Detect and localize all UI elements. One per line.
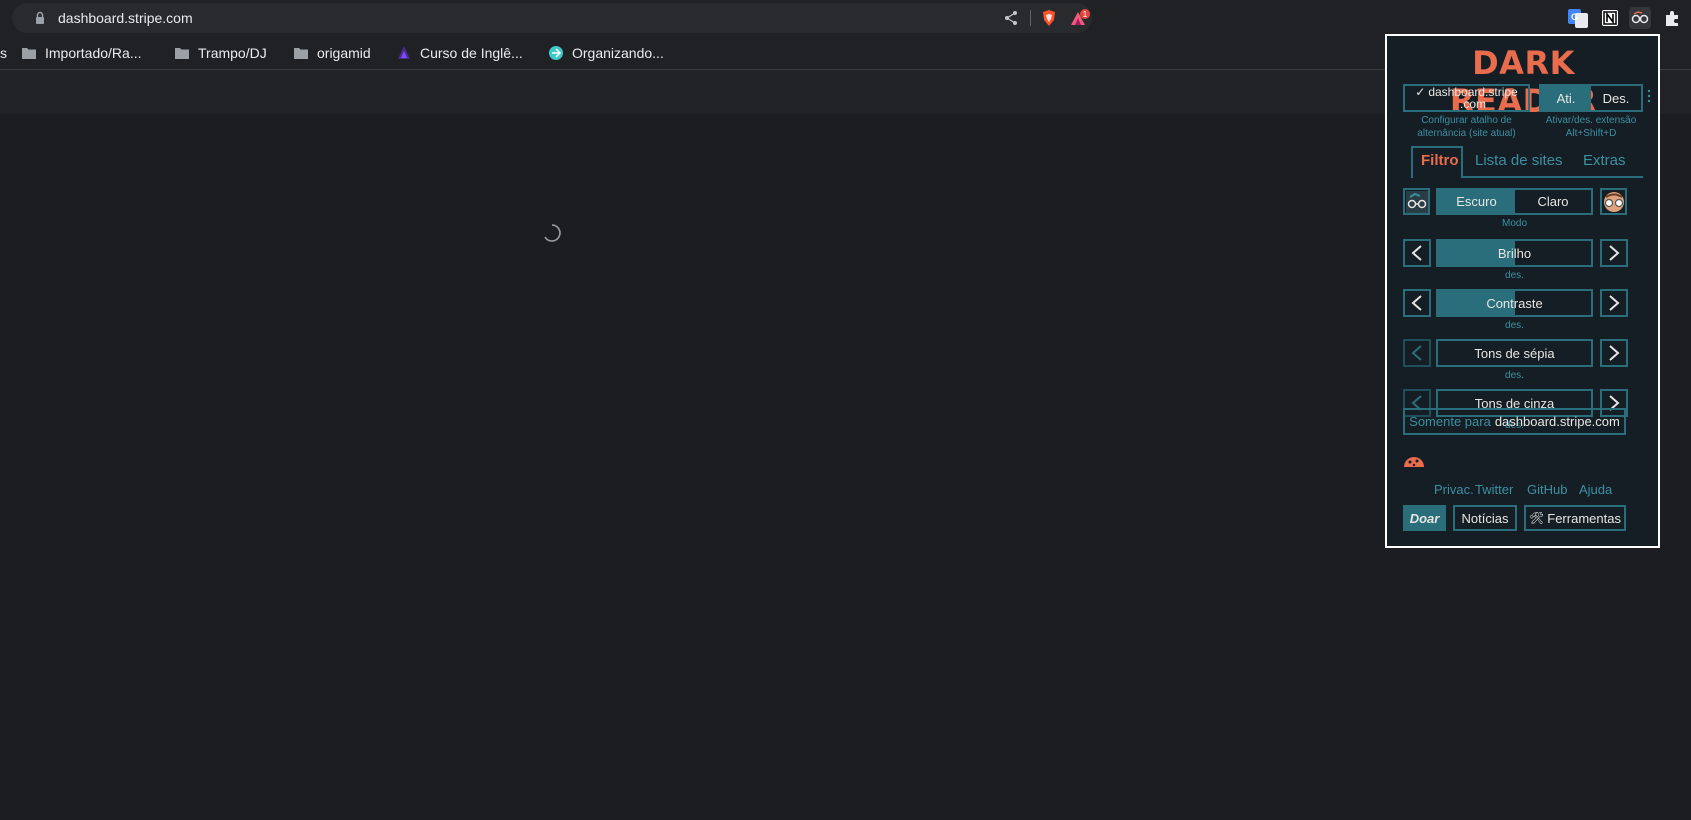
brightness-caption: des. [1505,270,1524,281]
chevron-right-icon [1609,345,1620,361]
loading-spinner-icon [544,224,561,242]
tab-lista-de-sites[interactable]: Lista de sites [1475,152,1563,169]
donate-button[interactable]: Doar [1403,505,1446,531]
extensions-puzzle-icon[interactable] [1661,7,1683,29]
contrast-increase-button[interactable] [1600,289,1628,317]
chevron-right-icon [1609,295,1620,311]
lock-icon[interactable] [32,10,48,26]
chevron-left-icon [1411,295,1422,311]
contrast-slider[interactable]: Contraste [1436,289,1593,317]
only-for-site: dashboard.stripe.com [1494,414,1620,429]
google-translate-icon[interactable]: G [1567,7,1589,29]
brightness-slider[interactable]: Brilho [1436,239,1593,267]
bookmark-label: s [0,45,7,61]
sepia-slider[interactable]: Tons de sépia [1436,339,1593,367]
bookmark-label: Curso de Inglê... [420,45,523,61]
bookmark-label: Organizando... [572,45,664,61]
brave-rewards-icon[interactable]: 1 [1068,9,1092,27]
sepia-slider-label: Tons de sépia [1474,345,1555,361]
more-options-icon[interactable] [1646,88,1652,104]
folder-icon [22,48,36,59]
bookmark-item[interactable]: s [0,43,7,63]
tabs-underline [1463,176,1643,178]
share-icon[interactable] [1002,9,1020,27]
chevron-left-icon [1411,245,1422,261]
dark-reader-extension-icon[interactable] [1629,7,1651,29]
chevron-right-icon [1609,245,1620,261]
bookmark-folder[interactable]: origamid [293,43,371,63]
link-privacy[interactable]: Privac. [1434,482,1474,497]
tools-button[interactable]: 🛠 Ferramentas [1524,505,1626,531]
folder-icon [175,48,189,59]
tab-extras[interactable]: Extras [1583,152,1626,169]
tools-label: Ferramentas [1547,510,1621,526]
contrast-caption: des. [1505,320,1524,331]
folder-icon [294,48,308,59]
tab-filtro[interactable]: Filtro [1421,152,1459,169]
svg-text:G: G [1571,12,1578,22]
address-bar[interactable]: dashboard.stripe.com 1 [12,3,1092,33]
sepia-increase-button[interactable] [1600,339,1628,367]
tools-icon: 🛠 [1529,511,1545,525]
extensions-area: G [1561,0,1691,35]
only-for-prefix: Somente para [1409,414,1491,429]
link-github[interactable]: GitHub [1527,482,1567,497]
site-toggle-caption: Configurar atalho de alternância (site a… [1417,115,1516,139]
extension-toggle-caption: Ativar/des. extensão Alt+Shift+D [1545,115,1637,139]
brave-shields-icon[interactable] [1040,9,1058,27]
only-for-site-button[interactable]: Somente para dashboard.stripe.com [1403,408,1626,435]
bookmark-link[interactable]: Organizando... [548,43,664,63]
contrast-slider-label: Contraste [1486,295,1543,311]
site-toggle-label: dashboard.stripe .com [1428,85,1518,111]
ladybug-icon [1404,457,1424,467]
extension-toggle[interactable]: Ati. Des. [1539,84,1643,112]
rewards-badge: 1 [1083,10,1088,19]
brightness-slider-label: Brilho [1497,245,1532,261]
sepia-caption: des. [1505,370,1524,381]
light-mode-icon[interactable] [1600,188,1627,215]
extension-off-option[interactable]: Des. [1591,91,1641,106]
bookmark-label: Importado/Ra... [45,45,142,61]
mode-toggle[interactable]: Escuro Claro [1436,188,1593,215]
extension-on-option[interactable]: Ati. [1541,91,1591,106]
bookmark-link[interactable]: Curso de Inglê... [396,43,523,63]
brightness-increase-button[interactable] [1600,239,1628,267]
dark-reader-popup: DARK READER ✓ dashboard.stripe .com Conf… [1385,34,1660,548]
notion-icon[interactable] [1599,7,1621,29]
link-help[interactable]: Ajuda [1579,482,1612,497]
bookmark-label: origamid [317,45,371,61]
bookmark-folder[interactable]: Trampo/DJ [174,43,267,63]
chevron-left-icon [1411,345,1422,361]
bookmark-folder[interactable]: Importado/Ra... [21,43,142,63]
bookmark-label: Trampo/DJ [198,45,267,61]
site-toggle-button[interactable]: ✓ dashboard.stripe .com [1403,84,1530,112]
news-button[interactable]: Notícias [1453,505,1517,531]
dark-mode-icon[interactable] [1403,188,1430,215]
mode-light-option[interactable]: Claro [1515,194,1591,209]
brightness-decrease-button[interactable] [1403,239,1431,267]
link-twitter[interactable]: Twitter [1475,482,1513,497]
organizando-favicon-icon [549,46,563,60]
browser-toolbar: dashboard.stripe.com 1 G [0,0,1691,35]
contrast-decrease-button[interactable] [1403,289,1431,317]
mode-caption: Modo [1501,218,1527,229]
divider [1030,10,1031,26]
course-favicon-icon [398,46,410,59]
url-text[interactable]: dashboard.stripe.com [58,10,193,26]
sepia-decrease-button[interactable] [1403,339,1431,367]
check-icon: ✓ [1415,85,1426,99]
mode-dark-option[interactable]: Escuro [1438,194,1515,209]
